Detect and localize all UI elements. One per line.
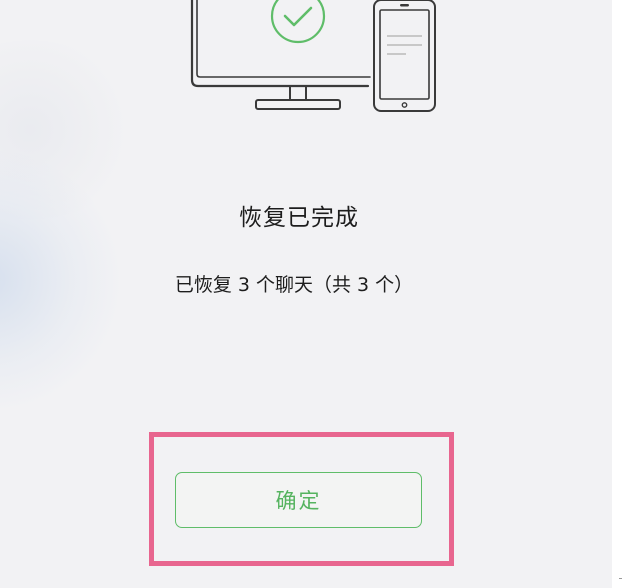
restore-summary-text: 已恢复 3 个聊天（共 3 个） [174,274,414,296]
restore-complete-screen: 恢复已完成 已恢复 3 个聊天（共 3 个） 确定 [0,0,612,588]
page-title: 恢复已完成 [239,205,359,231]
confirm-button[interactable]: 确定 [175,472,422,528]
corner-mark [619,578,622,579]
check-circle-icon [270,0,326,44]
phone-icon [373,0,436,112]
monitor-icon [190,0,371,110]
page-margin [612,0,624,588]
devices-illustration [190,0,436,112]
